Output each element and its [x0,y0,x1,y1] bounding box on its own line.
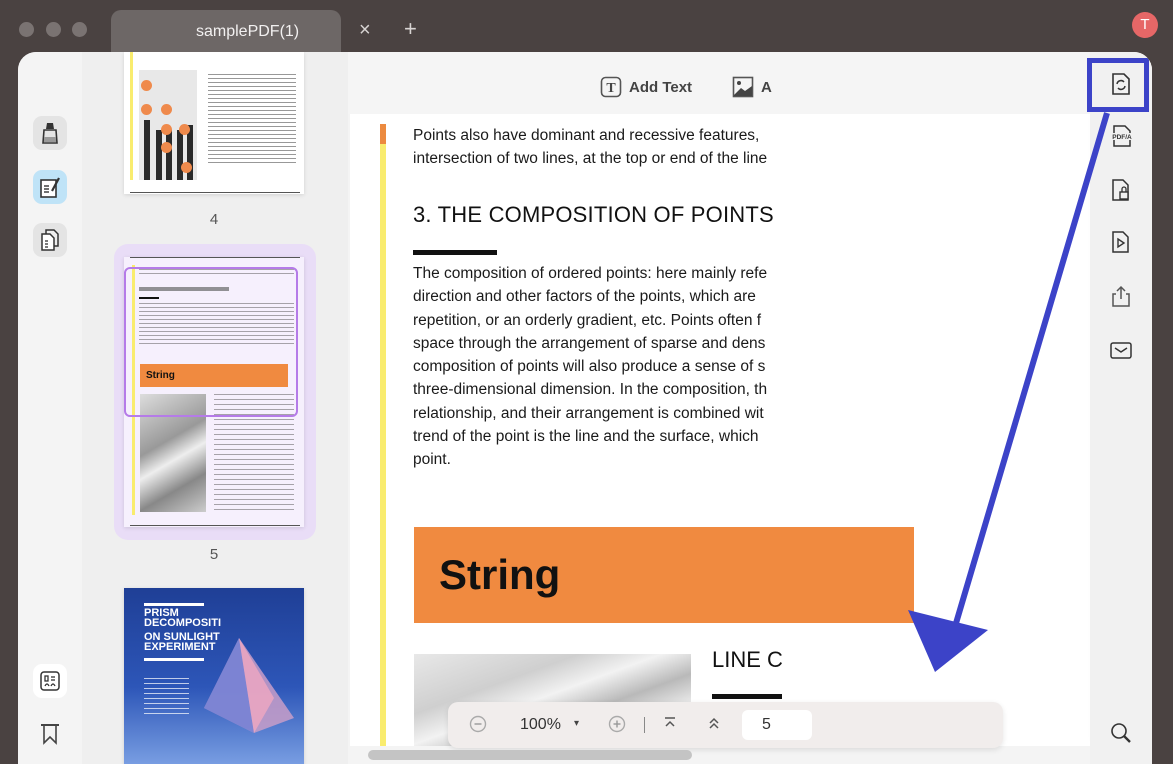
image-icon [732,76,754,98]
convert-file-icon [1112,73,1130,95]
page-accent-bar [380,124,386,746]
svg-text:T: T [606,81,616,96]
form-icon [40,671,60,691]
user-avatar[interactable]: T [1132,12,1158,38]
string-banner-text: String [439,551,561,598]
first-page-icon [665,717,675,727]
form-tool-button[interactable] [33,664,67,698]
highlighter-tool-button[interactable] [33,116,67,150]
pages-icon [41,229,59,251]
zoom-in-icon [608,715,626,733]
search-button[interactable] [1110,722,1132,746]
email-button[interactable] [1110,338,1132,362]
prism-image [204,638,294,733]
document-view: T Add Text A Points also have dominant a… [348,52,1152,764]
page-accent-bar-orange [380,124,386,144]
first-page-button[interactable] [660,715,680,735]
bookmark-icon [41,724,59,745]
convert-button[interactable] [1110,72,1132,96]
add-text-label: Add Text [629,78,693,96]
zoom-control-bar: 100% ▾ 5 [448,702,1003,748]
page-paragraph-intro: Points also have dominant and recessive … [413,127,768,168]
svg-text:PDF/A: PDF/A [1112,134,1132,141]
thumbnail-page-number: 4 [209,211,219,228]
add-image-label: A [761,78,772,96]
line-heading-rule [712,694,782,699]
zoom-in-button[interactable] [607,715,627,735]
line-heading: LINE C [712,647,783,672]
edit-document-icon [40,177,60,198]
previous-page-icon [709,717,719,729]
bookmark-tool-button[interactable] [33,716,67,750]
zoom-bar-divider [644,717,645,733]
search-icon [1111,723,1131,743]
add-image-button[interactable]: A [732,76,772,98]
page-paragraph-body: The composition of ordered points: here … [413,265,768,469]
current-page-input[interactable]: 5 [742,710,812,740]
thumbnail-page-number: 5 [209,546,219,563]
zoom-level[interactable]: 100% [520,716,561,734]
present-button[interactable] [1110,230,1132,254]
title-bar: samplePDF(1) × + T [0,0,1173,56]
right-tool-rail: PDF/A [1087,52,1152,764]
edit-toolbar: T Add Text A [348,52,1090,114]
heading-rule [413,250,497,255]
thumbnail-page-4[interactable] [124,52,304,194]
mail-icon [1110,342,1132,359]
pages-tool-button[interactable] [33,223,67,257]
tab-close-icon[interactable]: × [359,20,371,40]
play-file-icon [1112,231,1129,253]
lock-file-icon [1112,179,1129,201]
zoom-dropdown-icon[interactable]: ▾ [574,718,579,729]
zoom-out-button[interactable] [468,715,488,735]
edit-tool-button[interactable] [33,170,67,204]
highlighter-icon [42,123,58,144]
share-button[interactable] [1110,284,1132,308]
horizontal-scrollbar[interactable] [368,750,692,760]
protect-button[interactable] [1110,178,1132,202]
share-icon [1112,285,1130,307]
pdf-page: Points also have dominant and recessive … [350,114,1090,746]
tab-title: samplePDF(1) [196,23,300,40]
zoom-out-icon [469,715,487,733]
text-box-icon: T [600,76,622,98]
thumbnail-page-6[interactable]: PRISM DECOMPOSITI ON SUNLIGHT EXPERIMENT [124,588,304,764]
page-heading: 3. THE COMPOSITION OF POINTS [413,202,774,227]
add-text-button[interactable]: T Add Text [600,76,692,98]
close-window-button[interactable] [19,22,34,37]
new-tab-button[interactable]: + [404,18,417,40]
left-tool-rail [18,52,82,764]
maximize-window-button[interactable] [72,22,87,37]
document-tab[interactable]: samplePDF(1) × [111,10,371,56]
viewport-frame[interactable] [124,267,298,417]
app-window: 4 String 5 PRISM DECOMPOSITI ON SUNLIGHT… [18,52,1152,764]
thumbnail-panel: 4 String 5 PRISM DECOMPOSITI ON SUNLIGHT… [82,52,407,764]
pdfa-button[interactable]: PDF/A [1110,124,1134,148]
string-banner: String [414,527,914,623]
pdfa-icon: PDF/A [1110,125,1134,147]
minimize-window-button[interactable] [46,22,61,37]
previous-page-button[interactable] [704,715,724,735]
